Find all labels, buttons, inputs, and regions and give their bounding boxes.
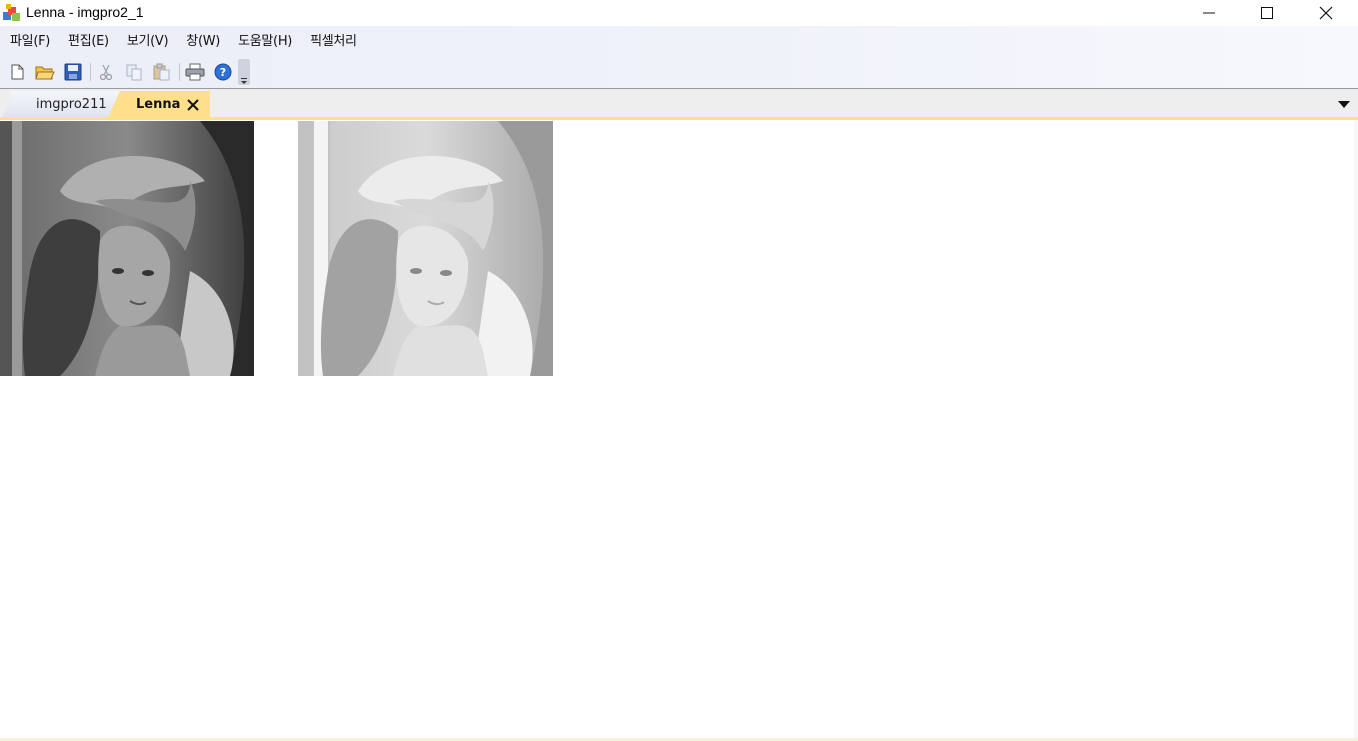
minimize-icon bbox=[1203, 12, 1215, 14]
window-border bbox=[1354, 120, 1358, 738]
minimize-button[interactable] bbox=[1180, 0, 1238, 26]
paste-icon bbox=[153, 63, 170, 81]
new-button[interactable] bbox=[6, 61, 28, 83]
menu-window[interactable]: 창(W) bbox=[176, 29, 228, 55]
document-view[interactable] bbox=[0, 120, 1358, 738]
maximize-button[interactable] bbox=[1238, 0, 1296, 26]
save-icon bbox=[64, 63, 82, 81]
cut-icon bbox=[99, 64, 113, 81]
document-tab-strip: imgpro211 Lenna bbox=[0, 88, 1358, 118]
window-title: Lenna - imgpro2_1 bbox=[26, 4, 144, 20]
cut-button[interactable] bbox=[95, 61, 117, 83]
tab-label: imgpro211 bbox=[36, 97, 107, 112]
tab-imgpro211[interactable]: imgpro211 bbox=[2, 91, 120, 118]
paste-button[interactable] bbox=[151, 61, 173, 83]
help-icon: ? bbox=[214, 63, 232, 81]
print-icon bbox=[185, 63, 205, 81]
close-icon[interactable] bbox=[186, 98, 200, 112]
menu-pixel-processing[interactable]: 픽셀처리 bbox=[300, 29, 365, 55]
menu-file[interactable]: 파일(F) bbox=[0, 29, 58, 55]
menu-help[interactable]: 도움말(H) bbox=[228, 29, 300, 55]
save-button[interactable] bbox=[62, 61, 84, 83]
copy-icon bbox=[126, 64, 142, 81]
open-icon bbox=[35, 66, 55, 80]
menu-edit[interactable]: 편집(E) bbox=[58, 29, 117, 55]
processed-image bbox=[298, 121, 553, 376]
title-bar: Lenna - imgpro2_1 bbox=[0, 0, 1358, 26]
menu-view[interactable]: 보기(V) bbox=[117, 29, 176, 55]
toolbar-separator bbox=[90, 63, 91, 81]
original-image bbox=[0, 121, 254, 376]
help-button[interactable]: ? bbox=[212, 61, 234, 83]
menu-bar: 파일(F) 편집(E) 보기(V) 창(W) 도움말(H) 픽셀처리 bbox=[0, 29, 365, 55]
copy-button[interactable] bbox=[123, 61, 145, 83]
tab-label: Lenna bbox=[136, 97, 181, 112]
tab-list-dropdown-icon[interactable] bbox=[1336, 97, 1352, 111]
close-icon bbox=[1319, 6, 1333, 20]
close-button[interactable] bbox=[1297, 0, 1355, 26]
open-button[interactable] bbox=[34, 61, 56, 83]
maximize-icon bbox=[1261, 7, 1273, 19]
new-icon bbox=[11, 64, 24, 80]
app-icon bbox=[3, 4, 20, 21]
toolbar: ? bbox=[6, 59, 250, 85]
toolbar-overflow-button[interactable] bbox=[238, 59, 250, 85]
tab-lenna[interactable]: Lenna bbox=[108, 91, 210, 118]
svg-text:?: ? bbox=[220, 66, 226, 79]
toolbar-separator bbox=[179, 63, 180, 81]
chevron-down-icon bbox=[241, 78, 247, 84]
print-button[interactable] bbox=[184, 61, 206, 83]
